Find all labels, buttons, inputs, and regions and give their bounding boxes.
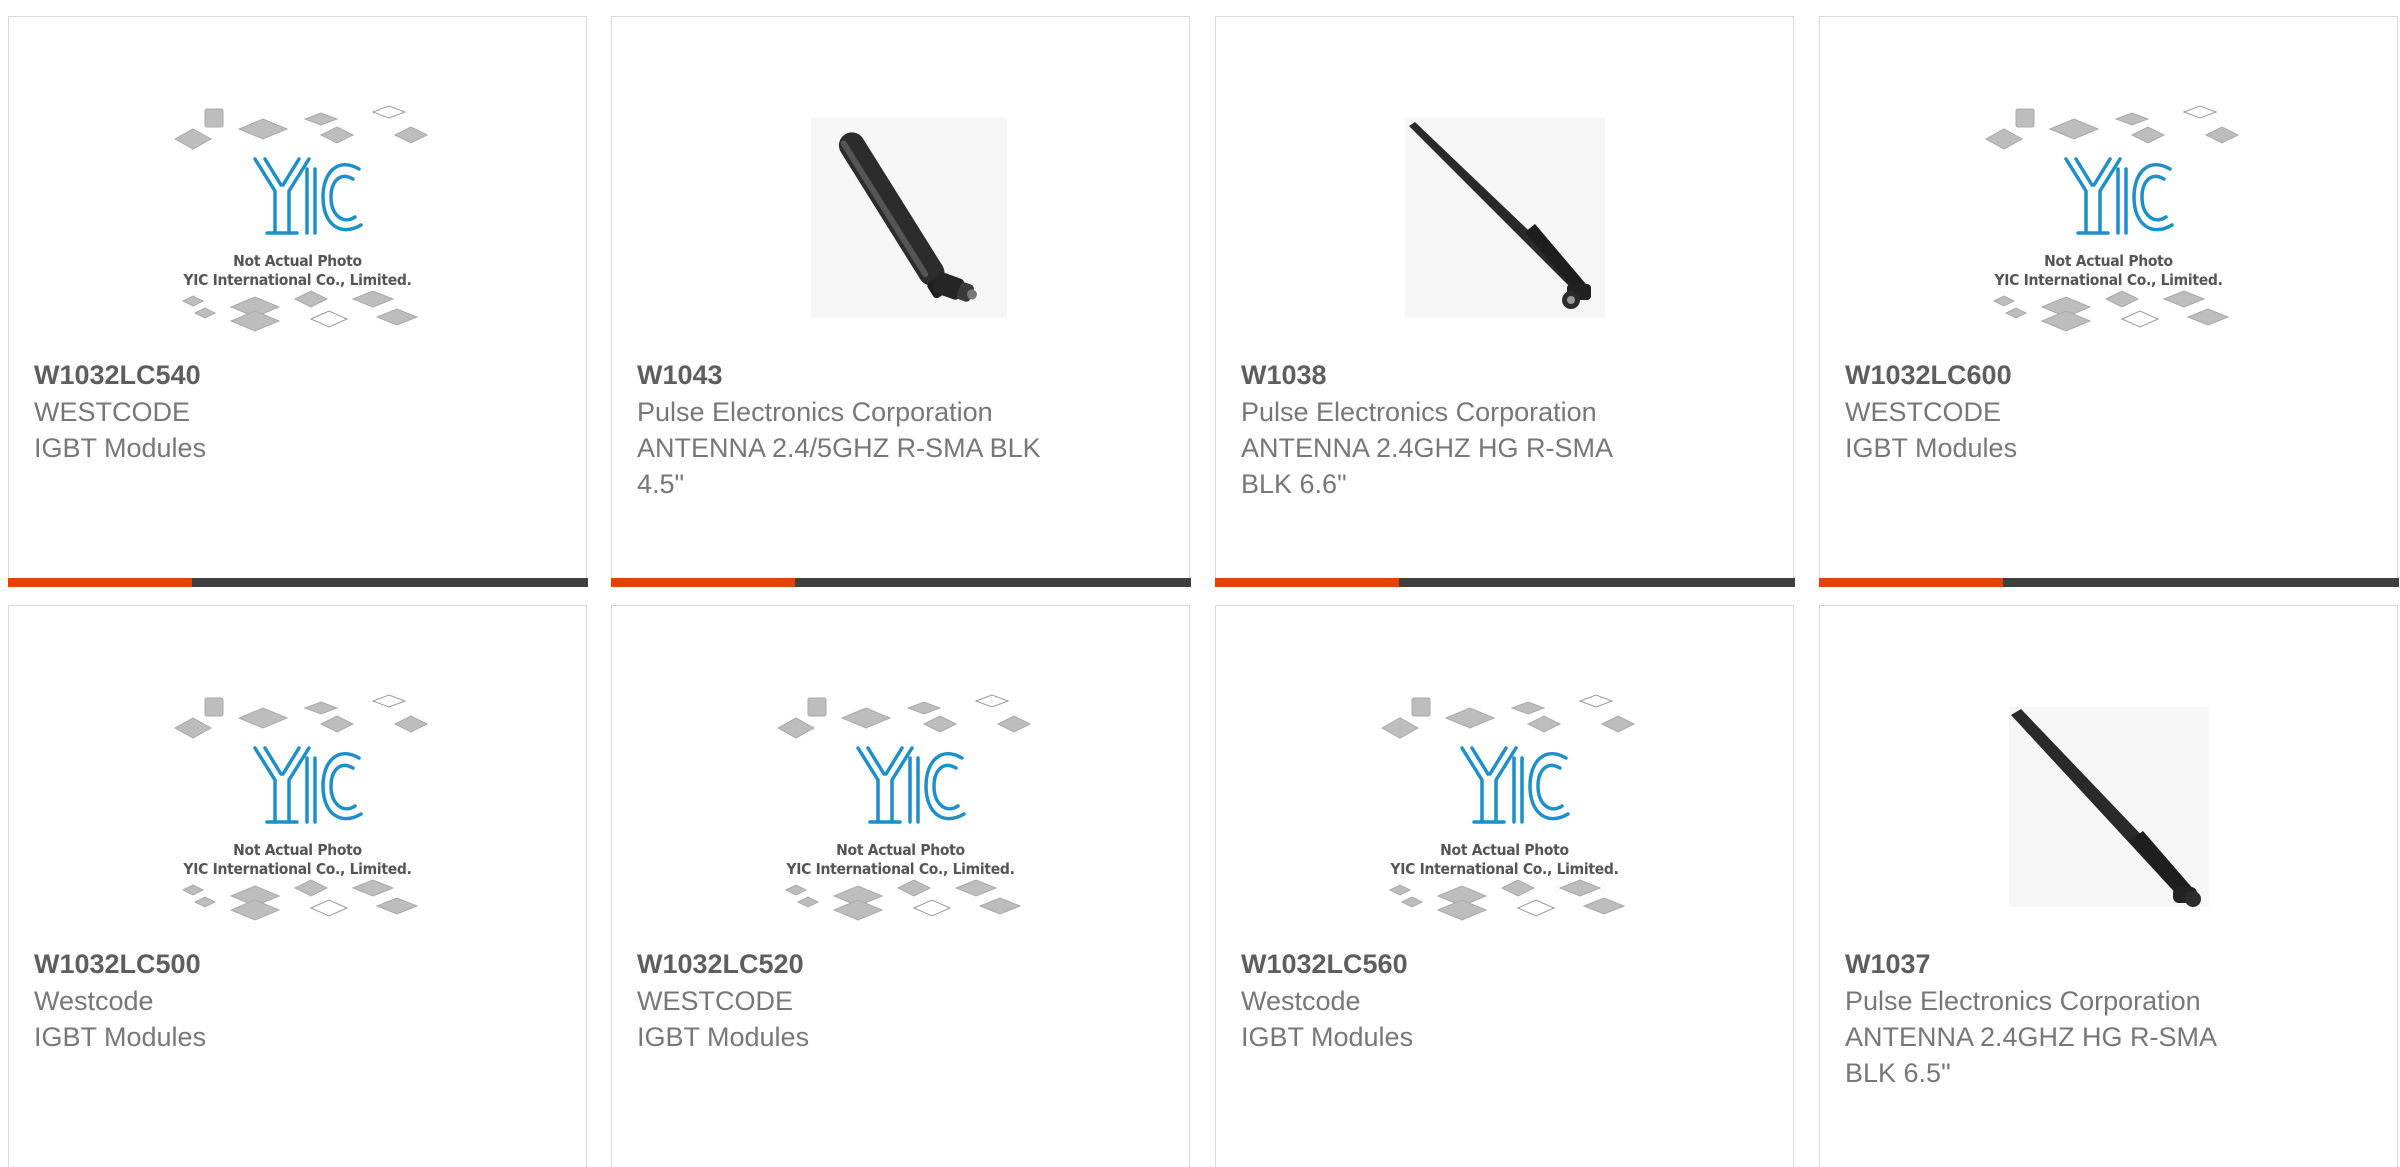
- antenna-long-icon: [2008, 707, 2209, 907]
- product-image[interactable]: Not Actual Photo YIC International Co., …: [1370, 676, 1640, 946]
- product-card[interactable]: Not Actual Photo YIC International Co., …: [1215, 605, 1794, 1167]
- part-number[interactable]: W1032LC560: [1241, 946, 1721, 983]
- part-number[interactable]: W1043: [637, 357, 1117, 394]
- yic-placeholder-icon: Not Actual Photo YIC International Co., …: [1974, 87, 2244, 357]
- product-image[interactable]: Not Actual Photo YIC International Co., …: [163, 676, 433, 946]
- product-card[interactable]: Not Actual Photo YIC International Co., …: [611, 605, 1190, 1167]
- product-image[interactable]: Not Actual Photo YIC International Co., …: [766, 676, 1036, 946]
- placeholder-caption-line1: Not Actual Photo: [2044, 252, 2173, 270]
- chip-collage-icon: [173, 694, 428, 921]
- product-image[interactable]: [1974, 676, 2244, 946]
- description-cont: BLK 6.6": [1241, 469, 1347, 499]
- description: IGBT Modules: [1241, 1022, 1414, 1052]
- yic-placeholder-icon: Not Actual Photo YIC International Co., …: [163, 676, 433, 946]
- yic-placeholder-icon: Not Actual Photo YIC International Co., …: [766, 676, 1036, 946]
- placeholder-caption-line1: Not Actual Photo: [1440, 841, 1569, 859]
- product-image[interactable]: [766, 87, 1036, 357]
- description: IGBT Modules: [1845, 433, 2018, 463]
- product-image[interactable]: Not Actual Photo YIC International Co., …: [1974, 87, 2244, 357]
- yic-placeholder-icon: Not Actual Photo YIC International Co., …: [1370, 676, 1640, 946]
- placeholder-caption-line1: Not Actual Photo: [836, 841, 965, 859]
- card-bottom-bar: [1818, 577, 2399, 587]
- description: IGBT Modules: [34, 433, 207, 463]
- manufacturer: Westcode: [1241, 986, 1361, 1016]
- manufacturer: Pulse Electronics Corporation: [1241, 397, 1597, 427]
- card-accent-bar: [1818, 577, 2003, 587]
- part-number[interactable]: W1037: [1845, 946, 2325, 983]
- placeholder-caption-line2: YIC International Co., Limited.: [1994, 271, 2223, 289]
- manufacturer: WESTCODE: [34, 397, 191, 427]
- manufacturer: WESTCODE: [637, 986, 794, 1016]
- placeholder-caption-line2: YIC International Co., Limited.: [1390, 860, 1619, 878]
- product-card[interactable]: W1038 Pulse Electronics Corporation ANTE…: [1214, 16, 1795, 587]
- card-bottom-bar: [7, 577, 588, 587]
- product-image[interactable]: Not Actual Photo YIC International Co., …: [163, 87, 433, 357]
- product-card[interactable]: W1037 Pulse Electronics Corporation ANTE…: [1819, 605, 2398, 1167]
- manufacturer: Westcode: [34, 986, 154, 1016]
- product-card[interactable]: Not Actual Photo YIC International Co., …: [8, 605, 587, 1167]
- placeholder-caption-line2: YIC International Co., Limited.: [183, 860, 412, 878]
- part-number[interactable]: W1032LC540: [34, 357, 514, 394]
- chip-collage-icon: [1380, 694, 1635, 921]
- product-image[interactable]: [1370, 87, 1640, 357]
- description: IGBT Modules: [34, 1022, 207, 1052]
- card-accent-bar: [7, 577, 192, 587]
- part-number[interactable]: W1032LC520: [637, 946, 1117, 983]
- manufacturer: Pulse Electronics Corporation: [1845, 986, 2201, 1016]
- placeholder-caption-line1: Not Actual Photo: [233, 252, 362, 270]
- card-bottom-bar: [1214, 577, 1795, 587]
- yic-placeholder-icon: Not Actual Photo YIC International Co., …: [163, 87, 433, 357]
- chip-collage-icon: [776, 694, 1031, 921]
- antenna-thin-icon: [1404, 118, 1605, 318]
- product-card[interactable]: W1043 Pulse Electronics Corporation ANTE…: [610, 16, 1191, 587]
- placeholder-caption-line1: Not Actual Photo: [233, 841, 362, 859]
- description: IGBT Modules: [637, 1022, 810, 1052]
- card-accent-bar: [610, 577, 795, 587]
- card-bottom-bar: [610, 577, 1191, 587]
- placeholder-caption-line2: YIC International Co., Limited.: [786, 860, 1015, 878]
- description-cont: 4.5": [637, 469, 685, 499]
- description: ANTENNA 2.4/5GHZ R-SMA BLK: [637, 433, 1041, 463]
- description-cont: BLK 6.5": [1845, 1058, 1951, 1088]
- manufacturer: Pulse Electronics Corporation: [637, 397, 993, 427]
- description: ANTENNA 2.4GHZ HG R-SMA: [1845, 1022, 2218, 1052]
- part-number[interactable]: W1038: [1241, 357, 1721, 394]
- part-number[interactable]: W1032LC600: [1845, 357, 2325, 394]
- placeholder-caption-line2: YIC International Co., Limited.: [183, 271, 412, 289]
- card-accent-bar: [1214, 577, 1399, 587]
- antenna-thick-icon: [810, 118, 1007, 318]
- product-card[interactable]: Not Actual Photo YIC International Co., …: [7, 16, 588, 587]
- chip-collage-icon: [1984, 105, 2239, 332]
- description: ANTENNA 2.4GHZ HG R-SMA: [1241, 433, 1614, 463]
- chip-collage-icon: [173, 105, 428, 332]
- manufacturer: WESTCODE: [1845, 397, 2002, 427]
- part-number[interactable]: W1032LC500: [34, 946, 514, 983]
- product-card[interactable]: Not Actual Photo YIC International Co., …: [1818, 16, 2399, 587]
